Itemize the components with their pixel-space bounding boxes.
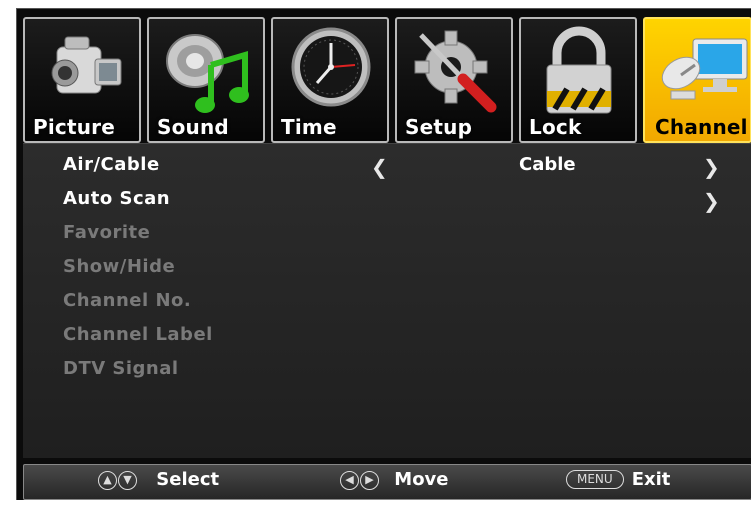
- menu-row-label: DTV Signal: [63, 358, 179, 379]
- tab-time[interactable]: Time: [271, 17, 389, 143]
- menu-row-dtv-signal: DTV Signal: [23, 356, 751, 388]
- padlock-icon: [546, 26, 612, 114]
- hint-exit-label: Exit: [631, 469, 671, 490]
- menu-row-auto-scan[interactable]: Auto Scan ❯: [23, 186, 751, 218]
- tab-label: Picture: [33, 115, 115, 139]
- menu-row-label: Channel Label: [63, 324, 213, 345]
- menu-row-value: Cable: [519, 154, 576, 175]
- hint-exit: MENU Exit: [566, 469, 670, 490]
- menu-row-channel-label: Channel Label: [23, 322, 751, 354]
- hint-move-label: Move: [394, 469, 449, 490]
- tab-setup[interactable]: Setup: [395, 17, 513, 143]
- menu-row-show-hide: Show/Hide: [23, 254, 751, 286]
- menu-tab-bar: Picture Sound Time Setup Lock Channel: [23, 17, 751, 143]
- tab-label: Time: [281, 115, 337, 139]
- menu-key-icon: MENU: [566, 470, 624, 489]
- hint-move: ◀ ▶ Move: [340, 469, 449, 490]
- tab-channel[interactable]: Channel: [643, 17, 751, 143]
- menu-row-label: Show/Hide: [63, 256, 176, 277]
- gear-screwdriver-icon: [414, 30, 497, 113]
- right-key-icon: ▶: [360, 471, 379, 490]
- music-note-icon: [166, 34, 249, 113]
- tab-label: Channel: [655, 115, 748, 139]
- satellite-monitor-icon: [661, 38, 748, 100]
- tab-picture[interactable]: Picture: [23, 17, 141, 143]
- hint-select: ▲ ▼ Select: [98, 469, 219, 490]
- menu-row-label: Favorite: [63, 222, 151, 243]
- key-hint-bar: ▲ ▼ Select ◀ ▶ Move MENU Exit: [23, 464, 751, 500]
- menu-row-label: Air/Cable: [63, 154, 160, 175]
- arrow-right-icon[interactable]: ❯: [703, 155, 720, 179]
- menu-row-label: Auto Scan: [63, 188, 171, 209]
- clock-icon: [291, 27, 371, 107]
- menu-row-air-cable[interactable]: Air/Cable ❮ Cable ❯: [23, 152, 751, 184]
- tab-label: Setup: [405, 115, 473, 139]
- up-key-icon: ▲: [98, 471, 117, 490]
- tab-label: Lock: [529, 115, 582, 139]
- hint-select-label: Select: [156, 469, 220, 490]
- tab-label: Sound: [157, 115, 229, 139]
- menu-row-label: Channel No.: [63, 290, 192, 311]
- arrow-left-icon[interactable]: ❮: [371, 155, 388, 179]
- menu-row-channel-no: Channel No.: [23, 288, 751, 320]
- tab-lock[interactable]: Lock: [519, 17, 637, 143]
- camera-icon: [51, 36, 122, 94]
- down-key-icon: ▼: [118, 471, 137, 490]
- tab-sound[interactable]: Sound: [147, 17, 265, 143]
- arrow-right-icon[interactable]: ❯: [703, 189, 720, 213]
- left-key-icon: ◀: [340, 471, 359, 490]
- menu-row-favorite: Favorite: [23, 220, 751, 252]
- channel-settings-list: Air/Cable ❮ Cable ❯ Auto Scan ❯ Favorite…: [23, 143, 751, 458]
- tv-osd-screen: Picture Sound Time Setup Lock Channel Ai…: [16, 8, 751, 500]
